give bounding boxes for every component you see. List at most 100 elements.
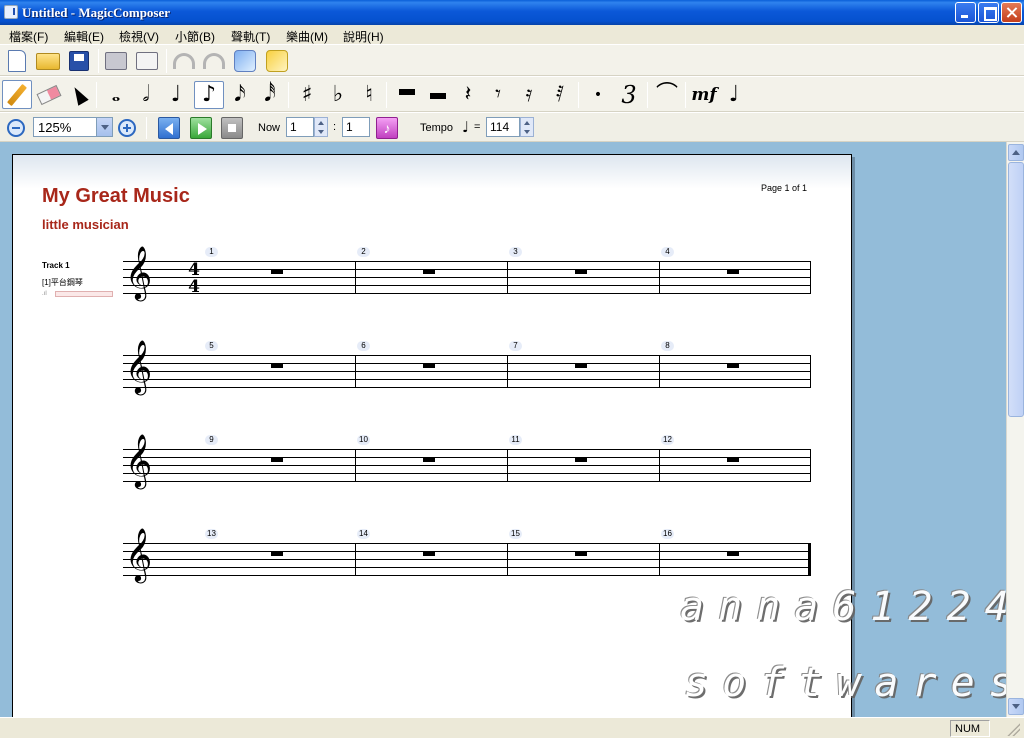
note-toolbar: 𝅝 𝅗𝅥 ♩ ♪ 𝅘𝅥𝅯 𝅘𝅥𝅰 ♯ ♭ ♮ 𝄽 𝄾 𝄿 𝅀 • 3 ⌒ mf … (0, 76, 1024, 112)
redo-icon[interactable] (201, 49, 227, 73)
status-bar: NUM (0, 717, 1024, 738)
pencil-icon[interactable] (2, 80, 32, 109)
page-number: Page 1 of 1 (761, 183, 808, 193)
zoom-in-icon[interactable] (116, 117, 138, 139)
scroll-down-button[interactable] (1008, 698, 1024, 715)
sixteenth-rest-icon[interactable]: 𝄿 (517, 81, 541, 109)
app-icon[interactable] (4, 5, 18, 19)
metronome-button[interactable]: ♪ (376, 117, 398, 139)
dot-icon[interactable]: • (586, 81, 610, 109)
tempo-spinner[interactable] (520, 117, 534, 137)
new-document-icon[interactable] (5, 49, 29, 73)
thirty-second-note-icon[interactable]: 𝅘𝅥𝅰 (257, 81, 283, 109)
triplet-icon[interactable]: 3 (616, 81, 642, 109)
whole-rest[interactable] (423, 458, 435, 462)
stop-button[interactable] (220, 116, 244, 140)
zoom-select[interactable]: 125% (33, 117, 113, 137)
whole-rest-icon[interactable] (394, 81, 420, 109)
menu-measure[interactable]: 小節(B) (175, 28, 215, 45)
tempo-input[interactable]: 114 (486, 117, 520, 137)
chevron-down-icon[interactable] (96, 118, 112, 136)
whole-rest[interactable] (423, 270, 435, 274)
quarter-rest-icon[interactable]: 𝄽 (456, 81, 480, 109)
print-preview-icon[interactable] (133, 49, 161, 73)
whole-rest[interactable] (423, 364, 435, 368)
track-name[interactable]: Track 1 (42, 261, 70, 270)
sharp-icon[interactable]: ♯ (295, 81, 319, 109)
menu-edit[interactable]: 編輯(E) (64, 28, 104, 45)
whole-rest[interactable] (727, 364, 739, 368)
maximize-button[interactable] (978, 2, 999, 23)
whole-note-icon[interactable]: 𝅝 (103, 81, 129, 109)
vertical-scrollbar[interactable] (1006, 142, 1024, 717)
whole-rest[interactable] (727, 552, 739, 556)
open-folder-icon[interactable] (34, 49, 62, 73)
staff-line (123, 575, 811, 576)
resize-grip[interactable] (1006, 722, 1020, 736)
undo-icon[interactable] (171, 49, 197, 73)
minimize-button[interactable] (955, 2, 976, 23)
half-note-icon[interactable]: 𝅗𝅥 (133, 81, 159, 109)
whole-rest[interactable] (271, 552, 283, 556)
measure-number: 9 (205, 435, 218, 445)
whole-rest[interactable] (423, 552, 435, 556)
measure-number: 13 (205, 529, 218, 539)
play-button[interactable] (189, 116, 213, 140)
score-settings-icon[interactable] (263, 49, 291, 73)
thirty-second-rest-icon[interactable]: 𝅀 (548, 81, 572, 109)
measure-number: 4 (661, 247, 674, 257)
song-title[interactable]: My Great Music (42, 185, 190, 208)
menu-view[interactable]: 檢視(V) (119, 28, 159, 45)
zoom-out-icon[interactable] (5, 117, 27, 139)
print-icon[interactable] (103, 49, 129, 73)
whole-rest[interactable] (727, 458, 739, 462)
menu-file[interactable]: 檔案(F) (9, 28, 48, 45)
quarter-note-icon[interactable]: ♩ (163, 81, 189, 109)
sixteenth-note-icon[interactable]: 𝅘𝅥𝅯 (227, 81, 253, 109)
menu-track[interactable]: 聲軌(T) (231, 28, 270, 45)
whole-rest[interactable] (575, 458, 587, 462)
whole-rest[interactable] (575, 552, 587, 556)
natural-icon[interactable]: ♮ (357, 81, 381, 109)
barline (355, 261, 356, 294)
separator (578, 82, 579, 108)
close-button[interactable] (1001, 2, 1022, 23)
track-instrument[interactable]: [1]平台鋼琴 (42, 277, 83, 288)
separator (146, 117, 147, 139)
music-lib-icon[interactable] (231, 49, 259, 73)
whole-rest[interactable] (575, 270, 587, 274)
rewind-button[interactable] (157, 116, 181, 140)
eighth-note-icon[interactable]: ♪ (194, 81, 224, 109)
barline (810, 449, 811, 482)
now-measure-input[interactable]: 1 (286, 117, 314, 137)
save-icon[interactable] (66, 49, 92, 73)
whole-rest[interactable] (271, 270, 283, 274)
whole-rest[interactable] (271, 364, 283, 368)
score-page[interactable]: My Great Music little musician Page 1 of… (12, 154, 852, 717)
track-volume-bar[interactable] (55, 291, 113, 297)
staff-line (123, 559, 811, 560)
scroll-thumb[interactable] (1008, 162, 1024, 417)
eraser-icon[interactable] (34, 80, 64, 109)
now-measure-spinner[interactable] (314, 117, 328, 137)
whole-rest[interactable] (727, 270, 739, 274)
whole-rest[interactable] (271, 458, 283, 462)
score-canvas[interactable]: My Great Music little musician Page 1 of… (0, 142, 1006, 717)
time-signature[interactable]: 44 (187, 262, 201, 296)
select-arrow-icon[interactable] (66, 80, 92, 109)
whole-rest[interactable] (575, 364, 587, 368)
song-subtitle[interactable]: little musician (42, 217, 129, 232)
menu-help[interactable]: 說明(H) (343, 28, 384, 45)
now-beat-input[interactable]: 1 (342, 117, 370, 137)
measure-number: 15 (509, 529, 522, 539)
grace-note-icon[interactable]: ♩ (722, 81, 746, 109)
stop-icon (221, 117, 243, 139)
slur-icon[interactable]: ⌒ (653, 81, 681, 109)
half-rest-icon[interactable] (425, 81, 451, 109)
scroll-up-button[interactable] (1008, 144, 1024, 161)
menu-song[interactable]: 樂曲(M) (286, 28, 328, 45)
barline (659, 355, 660, 388)
eighth-rest-icon[interactable]: 𝄾 (486, 81, 510, 109)
dynamics-icon[interactable]: mf (690, 81, 718, 109)
flat-icon[interactable]: ♭ (326, 81, 350, 109)
